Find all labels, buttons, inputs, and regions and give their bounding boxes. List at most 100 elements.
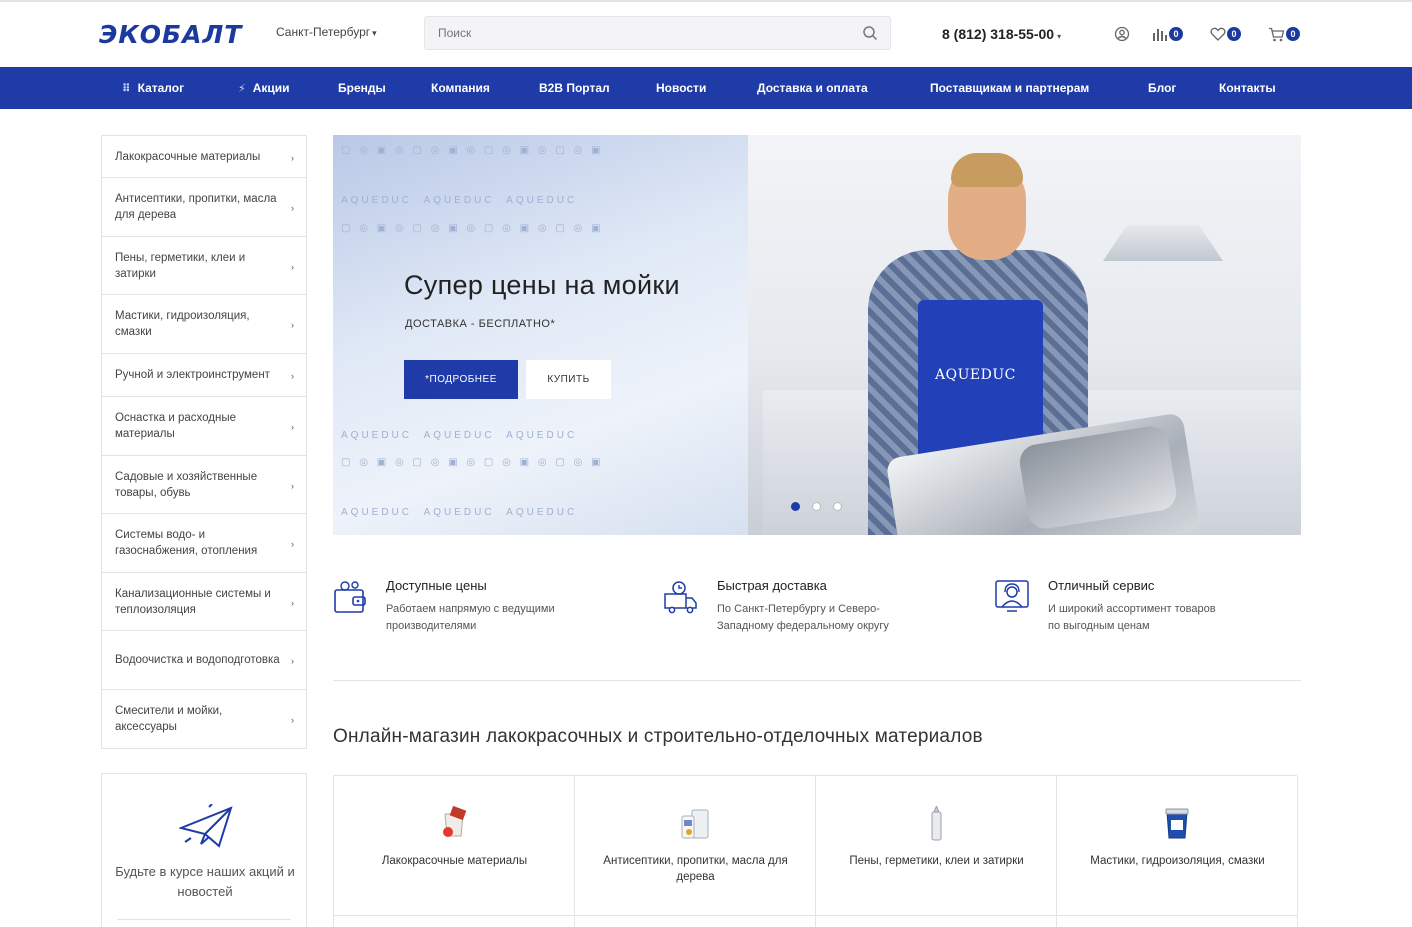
pattern-brand-text: AQUEDUC: [506, 430, 578, 441]
catalog-card-row2[interactable]: [575, 916, 816, 927]
subscribe-text: Будьте в курсе наших акций и новостей: [115, 864, 295, 899]
nav-label: Блог: [1148, 81, 1177, 95]
sidebar-item-mixers[interactable]: Смесители и мойки, аксессуары ›: [102, 690, 306, 748]
subscribe-divider: [117, 919, 291, 920]
sidebar-item-label: Садовые и хозяйственные товары, обувь: [115, 470, 258, 499]
catalog-card-foams[interactable]: Пены, герметики, клеи и затирки: [816, 776, 1057, 916]
nav-item-suppliers[interactable]: Поставщикам и партнерам: [930, 67, 1089, 109]
advantage-title: Отличный сервис: [1048, 578, 1155, 593]
catalog-card-label: Пены, герметики, клеи и затирки: [849, 855, 1024, 867]
logo-text: ЭКОБАЛТ: [99, 19, 243, 49]
user-icon: [1114, 26, 1130, 42]
sidebar-item-water-treatment[interactable]: Водоочистка и водоподготовка ›: [102, 631, 306, 690]
grid-icon: ⠿: [122, 83, 131, 95]
sidebar-item-tools[interactable]: Ручной и электроинструмент ›: [102, 354, 306, 397]
catalog-card-row2[interactable]: [816, 916, 1057, 927]
person-hair: [951, 153, 1023, 187]
catalog-card-row2[interactable]: [334, 916, 575, 927]
sidebar-item-label: Мастики, гидроизоляция, смазки: [115, 310, 250, 338]
support-icon: [995, 580, 1029, 612]
catalog-card-antiseptics[interactable]: Антисептики, пропитки, масла для дерева: [575, 776, 816, 916]
catalog-card-paints[interactable]: Лакокрасочные материалы: [334, 776, 575, 916]
chevron-right-icon: ›: [291, 539, 294, 549]
chevron-right-icon: ›: [291, 480, 294, 491]
sidebar-item-label: Лакокрасочные материалы: [115, 150, 261, 163]
account-button[interactable]: [1114, 25, 1130, 43]
catalog-card-label: Мастики, гидроизоляция, смазки: [1090, 855, 1265, 867]
top-border: [0, 0, 1412, 2]
pattern-brand-text: AQUEDUC: [341, 430, 413, 441]
chevron-right-icon: ›: [291, 152, 294, 163]
city-selector[interactable]: Санкт-Петербург ▾: [276, 25, 377, 39]
favorites-count-badge: 0: [1227, 27, 1241, 41]
nav-item-brands[interactable]: Бренды: [338, 67, 386, 109]
banner-buy-button[interactable]: КУПИТЬ: [526, 360, 611, 399]
nav-item-news[interactable]: Новости: [656, 67, 706, 109]
sidebar-item-label: Пены, герметики, клеи и затирки: [115, 251, 246, 280]
sidebar-item-label: Антисептики, пропитки, масла для дерева: [115, 193, 277, 221]
cart-icon: [1269, 27, 1285, 41]
nav-item-blog[interactable]: Блог: [1148, 67, 1176, 109]
sidebar-item-consumables[interactable]: Оснастка и расходные материалы ›: [102, 397, 306, 456]
pattern-brand-text: AQUEDUC: [423, 195, 495, 206]
cart-button[interactable]: 0: [1268, 25, 1300, 43]
catalog-card-row2[interactable]: [1057, 916, 1298, 927]
banner-pattern-row: ▢ ◎ ▣ ◎ ▢ ◎ ▣ ◎ ▢ ◎ ▣ ◎ ▢ ◎ ▣: [341, 223, 604, 234]
overalls-brand-text: AQUEDUC: [935, 367, 1016, 383]
wallet-icon: [334, 581, 366, 613]
sidebar-item-foams[interactable]: Пены, герметики, клеи и затирки ›: [102, 237, 306, 295]
nav-item-delivery[interactable]: Доставка и оплата: [757, 67, 868, 109]
city-label: Санкт-Петербург: [276, 25, 371, 39]
chevron-right-icon: ›: [291, 597, 294, 608]
advantage-text: И широкий ассортимент товаров по выгодны…: [1048, 603, 1216, 632]
sidebar-item-label: Смесители и мойки, аксессуары: [115, 705, 223, 733]
nav-item-promotions[interactable]: ⚡ Акции: [238, 67, 290, 109]
search-input[interactable]: [425, 17, 825, 49]
banner-more-button[interactable]: *ПОДРОБНЕЕ: [404, 360, 518, 399]
catalog-section-title: Онлайн-магазин лакокрасочных и строитель…: [333, 726, 983, 747]
compare-button[interactable]: 0: [1152, 25, 1183, 43]
advantage-title: Доступные цены: [386, 578, 487, 593]
sidebar-item-antiseptics[interactable]: Антисептики, пропитки, масла для дерева ›: [102, 178, 306, 237]
sidebar-item-mastics[interactable]: Мастики, гидроизоляция, смазки ›: [102, 295, 306, 354]
phone-number[interactable]: 8 (812) 318-55-00 ▾: [942, 26, 1061, 42]
chevron-right-icon: ›: [291, 422, 294, 432]
cart-count-badge: 0: [1286, 27, 1300, 41]
category-sidebar: Лакокрасочные материалы › Антисептики, пр…: [101, 135, 307, 749]
heart-icon: [1210, 27, 1226, 41]
pattern-brand-text: AQUEDUC: [423, 430, 495, 441]
banner-pattern-row: ▢ ◎ ▣ ◎ ▢ ◎ ▣ ◎ ▢ ◎ ▣ ◎ ▢ ◎ ▣: [341, 457, 604, 468]
phone-text: 8 (812) 318-55-00: [942, 26, 1055, 42]
nav-label: Акции: [252, 81, 290, 95]
nav-label: Новости: [656, 81, 707, 95]
catalog-card-mastics[interactable]: Мастики, гидроизоляция, смазки: [1057, 776, 1298, 916]
slider-dot-2[interactable]: [812, 502, 821, 511]
nav-label: Бренды: [338, 81, 386, 95]
chevron-right-icon: ›: [291, 203, 294, 213]
hero-banner[interactable]: ▢ ◎ ▣ ◎ ▢ ◎ ▣ ◎ ▢ ◎ ▣ ◎ ▢ ◎ ▣ AQUEDUC AQ…: [333, 135, 1301, 535]
nav-item-contacts[interactable]: Контакты: [1219, 67, 1276, 109]
search-icon[interactable]: [862, 25, 878, 41]
banner-pattern-row: AQUEDUC AQUEDUC AQUEDUC: [341, 430, 577, 441]
nav-label: Компания: [431, 81, 490, 95]
nav-item-company[interactable]: Компания: [431, 67, 490, 109]
chevron-right-icon: ›: [291, 320, 294, 330]
sidebar-item-sewerage[interactable]: Канализационные системы и теплоизоляция ›: [102, 573, 306, 631]
logo[interactable]: ЭКОБАЛТ: [99, 19, 243, 49]
favorites-button[interactable]: 0: [1210, 25, 1241, 43]
nav-item-catalog[interactable]: ⠿ Каталог: [122, 67, 184, 109]
slider-dot-1[interactable]: [791, 502, 800, 511]
banner-subtitle: ДОСТАВКА - БЕСПЛАТНО*: [405, 318, 556, 330]
chevron-right-icon: ›: [291, 715, 294, 725]
sidebar-item-label: Ручной и электроинструмент: [115, 369, 270, 381]
slider-dot-3[interactable]: [833, 502, 842, 511]
banner-pattern-row: ▢ ◎ ▣ ◎ ▢ ◎ ▣ ◎ ▢ ◎ ▣ ◎ ▢ ◎ ▣: [341, 145, 604, 156]
sidebar-item-garden[interactable]: Садовые и хозяйственные товары, обувь ›: [102, 456, 306, 514]
sidebar-item-water-gas[interactable]: Системы водо- и газоснабжения, отопления…: [102, 514, 306, 573]
section-divider: [333, 680, 1301, 681]
pattern-brand-text: AQUEDUC: [506, 195, 578, 206]
lightning-icon: ⚡: [238, 83, 246, 95]
advantage-text: Работаем напрямую с ведущими производите…: [386, 603, 555, 632]
sidebar-item-paints[interactable]: Лакокрасочные материалы ›: [102, 136, 306, 178]
nav-item-b2b[interactable]: B2B Портал: [539, 67, 610, 109]
